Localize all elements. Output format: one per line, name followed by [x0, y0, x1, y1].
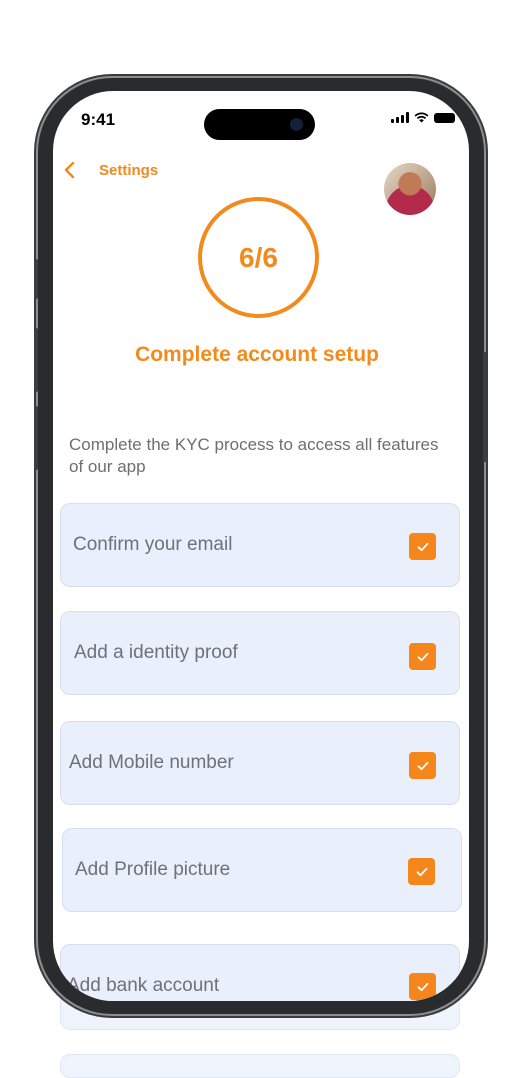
- status-time: 9:41: [81, 110, 116, 129]
- checkmark-icon: [417, 542, 428, 551]
- battery-icon: [434, 112, 455, 123]
- progress-count: 6/6: [239, 241, 278, 273]
- checklist-item-label: Confirm your email: [73, 534, 233, 555]
- checklist-item-label: Add Mobile number: [69, 752, 234, 773]
- checkbox-checked[interactable]: [409, 973, 436, 1000]
- checkbox-checked[interactable]: [409, 643, 436, 670]
- checklist-item-overflow-6: [60, 1054, 460, 1078]
- checkmark-icon: [417, 652, 428, 661]
- phone-screen: 9:41 Settings 6/6 Complete account setup…: [53, 91, 469, 1001]
- camera-icon: [290, 118, 303, 131]
- back-button[interactable]: Settings: [63, 161, 158, 179]
- checkbox-checked[interactable]: [409, 752, 436, 779]
- checklist-item-profile-picture[interactable]: Add Profile picture: [62, 828, 462, 912]
- progress-ring: 6/6: [198, 197, 319, 318]
- avatar[interactable]: [384, 163, 436, 215]
- checkmark-icon: [417, 761, 428, 770]
- checkbox-checked[interactable]: [409, 533, 436, 560]
- power-button: [483, 352, 487, 462]
- checklist-item-identity-proof[interactable]: Add a identity proof: [60, 611, 460, 695]
- volume-down-button: [34, 406, 38, 470]
- status-icons: [391, 112, 455, 123]
- checklist-item-label: Add bank account: [67, 975, 220, 996]
- dynamic-island: [204, 109, 315, 140]
- intro-text: Complete the KYC process to access all f…: [69, 435, 439, 476]
- checkbox-checked[interactable]: [408, 858, 435, 885]
- page-title: Complete account setup: [135, 343, 379, 366]
- checklist-item-bank-account[interactable]: Add bank account: [60, 944, 460, 1001]
- checklist-item-label: Add a identity proof: [74, 642, 238, 663]
- action-button: [34, 259, 38, 299]
- volume-up-button: [34, 328, 38, 392]
- wifi-icon: [414, 112, 429, 123]
- checkmark-icon: [416, 867, 427, 876]
- checklist-item-confirm-email[interactable]: Confirm your email: [60, 503, 460, 587]
- checklist-item-label: Add Profile picture: [75, 859, 231, 880]
- back-button-label: Settings: [99, 161, 159, 179]
- checklist-item-mobile-number[interactable]: Add Mobile number: [60, 721, 460, 805]
- cellular-signal-icon: [391, 112, 409, 123]
- chevron-left-icon: [64, 161, 75, 179]
- checkmark-icon: [417, 982, 428, 991]
